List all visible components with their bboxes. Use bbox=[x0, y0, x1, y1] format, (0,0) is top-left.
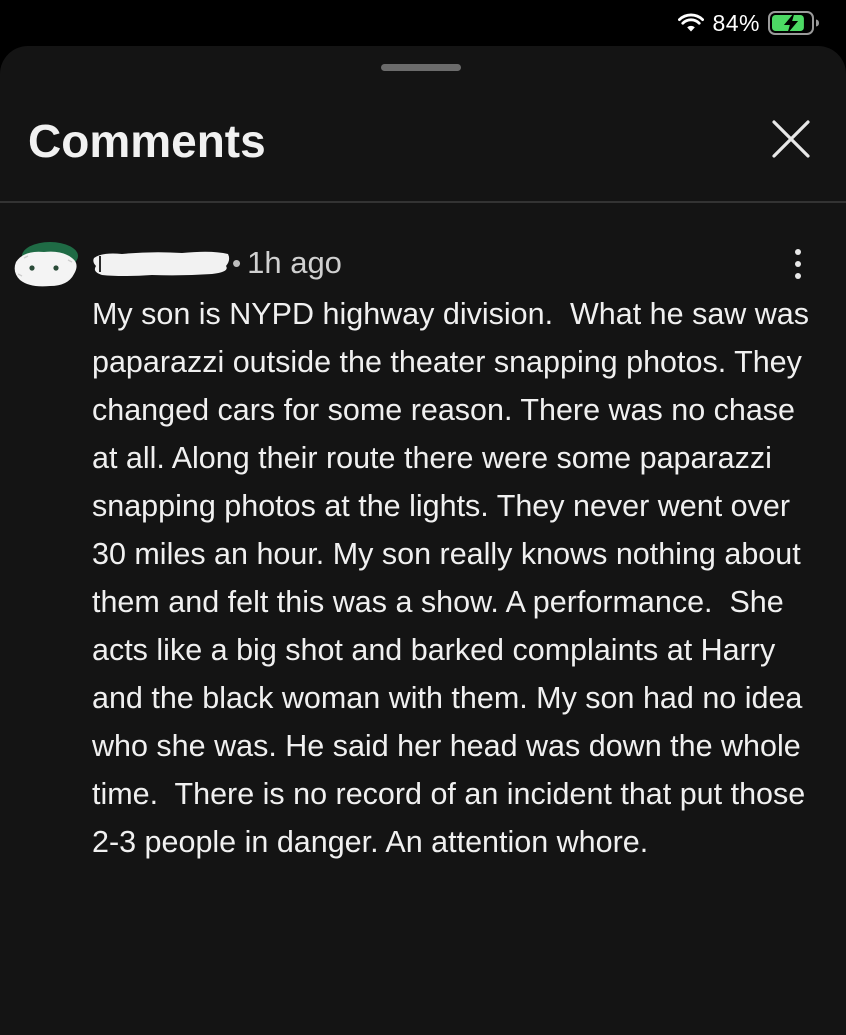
battery-percentage: 84% bbox=[712, 10, 760, 36]
comment-menu-button[interactable] bbox=[784, 242, 812, 286]
header-divider bbox=[0, 201, 846, 203]
wifi-icon bbox=[678, 13, 705, 33]
status-indicators: 84% bbox=[678, 10, 820, 36]
close-button[interactable] bbox=[766, 116, 814, 164]
avatar[interactable] bbox=[10, 238, 82, 296]
comment-body: My son is NYPD highway division. What he… bbox=[92, 297, 818, 859]
battery-charging-icon bbox=[768, 11, 820, 35]
comments-sheet: Comments • 1h ago My son is NYPD highway… bbox=[0, 46, 846, 1035]
sheet-title: Comments bbox=[28, 115, 266, 167]
close-icon bbox=[772, 120, 810, 158]
redacted-username bbox=[92, 248, 232, 278]
more-vertical-icon bbox=[795, 249, 801, 279]
comment-header: • 1h ago bbox=[92, 242, 342, 284]
separator-dot: • bbox=[232, 247, 242, 278]
status-bar: 84% bbox=[0, 0, 846, 46]
comment-timestamp: 1h ago bbox=[247, 245, 342, 280]
drag-handle[interactable] bbox=[381, 64, 461, 71]
